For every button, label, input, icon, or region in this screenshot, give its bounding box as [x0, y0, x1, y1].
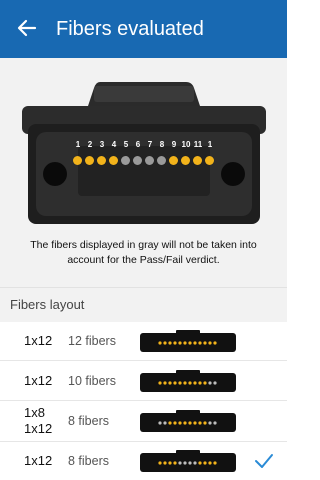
fiber-number: 2: [87, 140, 93, 149]
fiber-number: 11: [193, 140, 203, 149]
mini-fiber-dot: [208, 341, 212, 345]
mini-fiber-dot: [178, 341, 182, 345]
fiber-dot-inactive: [157, 156, 166, 165]
layout-row-1x8-1x12-8[interactable]: 1x8 1x12 8 fibers: [0, 401, 287, 442]
fiber-number: 6: [135, 140, 141, 149]
layout-mode: 1x12: [24, 373, 53, 388]
fiber-dot-active: [109, 156, 118, 165]
fiber-dot-inactive: [145, 156, 154, 165]
mini-fiber-dot: [188, 341, 192, 345]
mini-fiber-dot: [188, 381, 192, 385]
mini-fiber-dot: [158, 381, 162, 385]
layout-row-1x12-12[interactable]: 1x12 12 fibers: [0, 322, 287, 361]
layout-mode: 1x12: [24, 333, 53, 348]
mini-fiber-dot: [213, 461, 217, 465]
fiber-numbers: 1 2 3 4 5 6 7 8 9 10 11 1: [72, 140, 222, 152]
mini-fiber-dot: [178, 461, 182, 465]
mini-fiber-dot: [173, 421, 177, 425]
mini-fiber-dot: [193, 341, 197, 345]
fiber-number: 10: [181, 140, 191, 149]
fiber-number: 9: [171, 140, 177, 149]
fiber-number: 8: [159, 140, 165, 149]
mini-fiber-dot: [203, 381, 207, 385]
mini-fiber-dot: [198, 461, 202, 465]
mini-fiber-dot: [183, 461, 187, 465]
mini-fiber-dot: [178, 421, 182, 425]
mini-connector-icon: [140, 410, 236, 432]
mini-fiber-dot: [188, 421, 192, 425]
mini-connector-icon: [140, 450, 236, 472]
page-title: Fibers evaluated: [56, 18, 204, 40]
back-arrow-icon[interactable]: [14, 15, 40, 41]
mini-fiber-dot: [198, 341, 202, 345]
mini-fiber-dot: [208, 381, 212, 385]
mini-fiber-dot: [183, 421, 187, 425]
mini-fiber-dot: [178, 381, 182, 385]
mini-connector-icon: [140, 330, 236, 352]
mini-fiber-dot: [203, 341, 207, 345]
fibers-layout-header: Fibers layout: [0, 287, 287, 322]
layout-fiber-count: 10 fibers: [68, 374, 116, 388]
layout-mode: 1x12: [24, 453, 53, 468]
mini-fiber-dot: [193, 461, 197, 465]
mini-fiber-dot: [173, 461, 177, 465]
mini-fiber-dot: [158, 341, 162, 345]
mini-fiber-dot: [198, 381, 202, 385]
fiber-dot-inactive: [133, 156, 142, 165]
mini-fiber-dot: [168, 341, 172, 345]
layout-mode: 1x8 1x12: [24, 405, 53, 436]
mini-fiber-dot: [173, 341, 177, 345]
mini-fiber-dot: [193, 381, 197, 385]
layout-fiber-count: 8 fibers: [68, 414, 109, 428]
fiber-number: 3: [99, 140, 105, 149]
checkmark-icon: [255, 454, 273, 468]
mini-fiber-dot: [168, 461, 172, 465]
mini-fiber-dot: [203, 421, 207, 425]
mini-fiber-dot: [158, 461, 162, 465]
mini-fiber-dot: [163, 421, 167, 425]
fiber-dot-active: [97, 156, 106, 165]
mini-fiber-dot: [163, 381, 167, 385]
fiber-number: 7: [147, 140, 153, 149]
section-label: Fibers layout: [10, 297, 85, 312]
mini-fiber-dot: [183, 341, 187, 345]
layout-row-1x12-8-selected[interactable]: 1x12 8 fibers: [0, 442, 287, 480]
mini-fiber-dot: [173, 381, 177, 385]
fiber-dot-active: [181, 156, 190, 165]
fiber-dot-active: [73, 156, 82, 165]
mini-fiber-dot: [168, 421, 172, 425]
mini-fiber-dot: [203, 461, 207, 465]
layout-row-1x12-10[interactable]: 1x12 10 fibers: [0, 361, 287, 401]
fiber-number: 1: [75, 140, 81, 149]
mpo-connector-image: [22, 82, 266, 224]
fiber-number: 4: [111, 140, 117, 149]
fiber-dot-active: [205, 156, 214, 165]
mini-fiber-dot: [198, 421, 202, 425]
connector-preview: 1 2 3 4 5 6 7 8 9 10 11 1 The fibers dis…: [0, 58, 287, 287]
fiber-dot-inactive: [121, 156, 130, 165]
mini-fiber-dot: [158, 421, 162, 425]
mini-fiber-dot: [163, 461, 167, 465]
mini-fiber-dot: [193, 421, 197, 425]
app-bar: Fibers evaluated: [0, 0, 287, 58]
mini-fiber-dot: [163, 341, 167, 345]
fiber-dot-active: [193, 156, 202, 165]
mini-fiber-dot: [208, 421, 212, 425]
mini-fiber-dot: [213, 421, 217, 425]
layout-fiber-count: 12 fibers: [68, 334, 116, 348]
mini-fiber-dot: [168, 381, 172, 385]
mini-fiber-dot: [188, 461, 192, 465]
gray-fibers-note: The fibers displayed in gray will not be…: [30, 239, 257, 266]
fiber-dot-active: [85, 156, 94, 165]
mini-fiber-dot: [213, 341, 217, 345]
fiber-number: 1: [207, 140, 213, 149]
fiber-dot-active: [169, 156, 178, 165]
mini-fiber-dot: [183, 381, 187, 385]
layout-fiber-count: 8 fibers: [68, 454, 109, 468]
fiber-number: 5: [123, 140, 129, 149]
mini-fiber-dot: [213, 381, 217, 385]
mini-fiber-dot: [208, 461, 212, 465]
mini-connector-icon: [140, 370, 236, 392]
